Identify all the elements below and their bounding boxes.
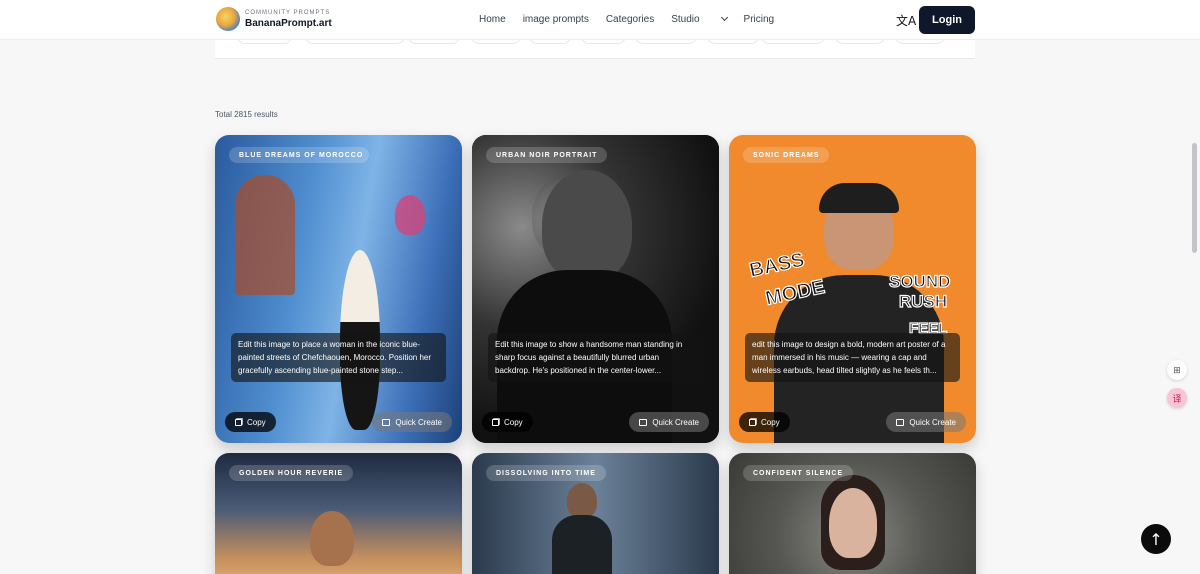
arrow-up-icon[interactable]: ↑ <box>1141 524 1171 554</box>
prompt-card[interactable]: DISSOLVING INTO TIME <box>472 453 719 574</box>
results-count: Total 2815 results <box>215 110 278 119</box>
category-filter-strip <box>215 34 975 59</box>
copy-button[interactable]: Copy <box>739 412 790 432</box>
card-caption: Edit this image to show a handsome man s… <box>488 333 703 382</box>
copy-icon <box>492 418 499 426</box>
card-tag: GOLDEN HOUR REVERIE <box>229 465 354 481</box>
prompt-card[interactable]: CONFIDENT SILENCE <box>729 453 976 574</box>
doorway-shape <box>235 175 295 295</box>
copy-icon <box>235 418 242 426</box>
image-icon <box>382 418 391 426</box>
woman-face <box>829 488 877 558</box>
poster-word: MODE <box>763 276 826 310</box>
card-caption: Edit this image to place a woman in the … <box>231 333 446 382</box>
quick-create-label: Quick Create <box>652 417 699 427</box>
nav-pricing[interactable]: Pricing <box>744 14 775 25</box>
poster-lettering: BASS MODE SOUND RUSH FEEL <box>747 248 951 337</box>
brand-subtitle: COMMUNITY PROMPTS <box>245 9 331 16</box>
card-tag: CONFIDENT SILENCE <box>743 465 854 481</box>
copy-button[interactable]: Copy <box>225 412 276 432</box>
copy-icon <box>749 418 756 426</box>
card-tag: SONIC DREAMS <box>743 147 830 163</box>
nav-home[interactable]: Home <box>479 14 506 25</box>
flowers-shape <box>395 195 425 235</box>
card-tag: URBAN NOIR PORTRAIT <box>486 147 608 163</box>
site-header: COMMUNITY PROMPTS BananaPrompt.art Home … <box>0 0 1200 40</box>
translate-icon[interactable]: 文A <box>896 12 916 29</box>
poster-word: RUSH <box>899 292 947 311</box>
copy-label: Copy <box>247 417 266 427</box>
prompt-card[interactable]: BASS MODE SOUND RUSH FEEL SONIC DREAMS e… <box>729 135 976 443</box>
poster-word: SOUND <box>889 272 950 291</box>
brand-name: BananaPrompt.art <box>245 17 332 29</box>
apps-icon[interactable]: ⊞ <box>1167 360 1187 380</box>
man-body <box>552 515 612 574</box>
quick-create-label: Quick Create <box>909 417 956 427</box>
image-icon <box>896 418 905 426</box>
quick-create-button[interactable]: Quick Create <box>372 412 452 432</box>
prompt-card[interactable]: GOLDEN HOUR REVERIE <box>215 453 462 574</box>
nav-studio-label: Studio <box>671 14 700 25</box>
quick-create-button[interactable]: Quick Create <box>886 412 966 432</box>
quick-create-button[interactable]: Quick Create <box>629 412 709 432</box>
login-button[interactable]: Login <box>919 6 975 34</box>
card-tag: BLUE DREAMS OF MOROCCO <box>229 147 369 163</box>
translate-badge-icon[interactable]: 译 <box>1167 388 1187 408</box>
man-head <box>567 483 597 518</box>
poster-word: BASS <box>747 249 806 282</box>
prompt-card[interactable]: BLUE DREAMS OF MOROCCO Edit this image t… <box>215 135 462 443</box>
copy-label: Copy <box>761 417 780 427</box>
card-caption: edit this image to design a bold, modern… <box>745 333 960 382</box>
card-tag: DISSOLVING INTO TIME <box>486 465 606 481</box>
man-head <box>310 511 354 566</box>
prompt-card[interactable]: URBAN NOIR PORTRAIT Edit this image to s… <box>472 135 719 443</box>
scrollbar-thumb[interactable] <box>1192 143 1197 253</box>
chevron-down-icon <box>720 13 728 22</box>
nav-studio[interactable]: Studio <box>671 13 728 25</box>
banana-logo-icon <box>216 7 240 31</box>
copy-button[interactable]: Copy <box>482 412 533 432</box>
nav-image-prompts[interactable]: image prompts <box>523 14 589 25</box>
image-icon <box>639 418 648 426</box>
nav-categories[interactable]: Categories <box>606 14 654 25</box>
man-head <box>542 170 632 280</box>
quick-create-label: Quick Create <box>395 417 442 427</box>
main-nav: Home image prompts Categories Studio Pri… <box>479 13 791 25</box>
copy-label: Copy <box>504 417 523 427</box>
brand-logo[interactable]: COMMUNITY PROMPTS BananaPrompt.art <box>216 7 332 31</box>
